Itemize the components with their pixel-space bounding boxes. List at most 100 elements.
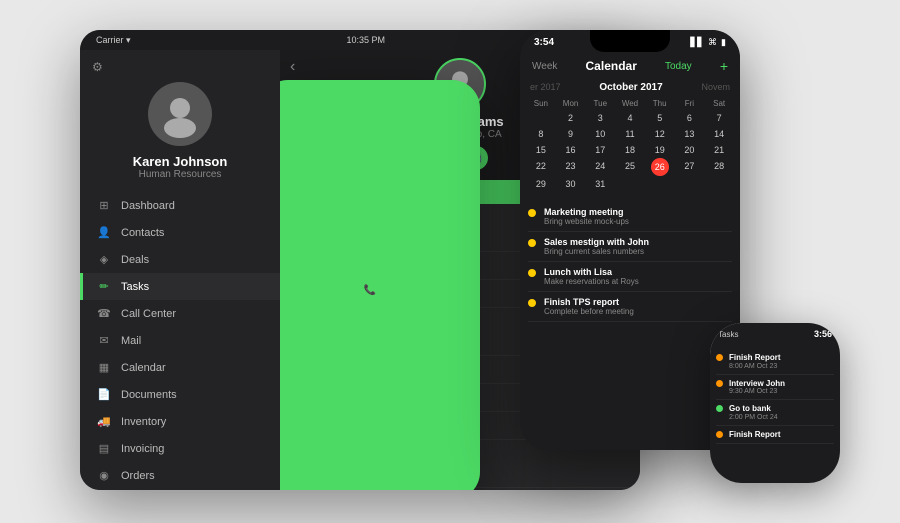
invoicing-icon: ▤ [97, 442, 111, 455]
calendar-day[interactable]: 8 [526, 126, 556, 142]
events-list: Marketing meeting Bring website mock-ups… [520, 196, 740, 450]
sidebar-item-calendar[interactable]: ▦ Calendar [80, 354, 280, 381]
calendar-day[interactable]: 29 [526, 176, 556, 192]
calendar-day[interactable]: 12 [645, 126, 675, 142]
calendar-day[interactable]: 7 [704, 110, 734, 126]
sidebar-label-orders: Orders [121, 470, 155, 482]
sidebar-item-invoicing[interactable]: ▤ Invoicing [80, 435, 280, 462]
watch: Tasks 3:56 Finish Report 8:00 AM Oct 23 … [710, 323, 840, 483]
calendar-day[interactable]: 5 [645, 110, 675, 126]
watch-task[interactable]: Finish Report [716, 426, 834, 445]
sidebar-item-documents[interactable]: 📄 Documents [80, 381, 280, 408]
dow-sun: Sun [526, 97, 556, 110]
watch-task-content: Finish Report 8:00 AM Oct 23 [729, 353, 781, 370]
calendar-day[interactable]: 19 [645, 142, 675, 158]
calendar-day[interactable]: 27 [675, 158, 705, 176]
callcenter-icon: ☎ [97, 307, 111, 320]
watch-task-content: Go to bank 2:00 PM Oct 24 [729, 404, 778, 421]
event-item[interactable]: Lunch with Lisa Make reservations at Roy… [528, 262, 732, 292]
add-event-button[interactable]: + [720, 58, 728, 74]
calendar-day[interactable]: 28 [704, 158, 734, 176]
sidebar-label-contacts: Contacts [121, 227, 164, 239]
calendar-day[interactable]: 4 [615, 110, 645, 126]
calendar-day-empty [675, 176, 705, 192]
calendar-day[interactable]: 3 [585, 110, 615, 126]
calendar-day[interactable]: 18 [615, 142, 645, 158]
sidebar-item-inventory[interactable]: 🚚 Inventory [80, 408, 280, 435]
current-month-label: October 2017 [599, 82, 662, 93]
event-item[interactable]: Sales mestign with John Bring current sa… [528, 232, 732, 262]
signal-icon: ▋▋ [690, 37, 704, 48]
mail-icon: ✉ [97, 334, 111, 347]
calendar-day[interactable]: 21 [704, 142, 734, 158]
week-label: Week [532, 61, 557, 72]
sidebar-item-deals[interactable]: ◈ Deals [80, 246, 280, 273]
event-dot [528, 239, 536, 247]
phone-notch [590, 30, 670, 52]
sidebar-label-calendar: Calendar [121, 362, 166, 374]
sidebar-item-contacts[interactable]: 👤 Contacts [80, 219, 280, 246]
watch-task[interactable]: Interview John 9:30 AM Oct 23 [716, 375, 834, 401]
gear-icon[interactable]: ⚙ [80, 60, 115, 74]
calendar-day[interactable]: 30 [556, 176, 586, 192]
documents-icon: 📄 [97, 388, 111, 401]
calendar-day[interactable]: 6 [675, 110, 705, 126]
event-title: Marketing meeting [544, 207, 629, 217]
calendar-day[interactable]: 9 [556, 126, 586, 142]
sidebar-item-orders[interactable]: ◉ Orders [80, 462, 280, 489]
watch-task-title: Finish Report [729, 353, 781, 363]
tablet-carrier: Carrier ▾ [96, 35, 131, 46]
watch-task-time: 9:30 AM Oct 23 [729, 388, 785, 395]
calendar-day[interactable]: 22 [526, 158, 556, 176]
watch-task-title: Go to bank [729, 404, 778, 414]
back-button[interactable]: ‹ [290, 58, 295, 76]
watch-task-dot [716, 405, 723, 412]
calendar-day[interactable]: 16 [556, 142, 586, 158]
sidebar-item-callcenter[interactable]: ☎ Call Center [80, 300, 280, 327]
sidebar-item-tasks[interactable]: ✏ Tasks [80, 273, 280, 300]
event-subtitle: Complete before meeting [544, 307, 634, 316]
sidebar-label-deals: Deals [121, 254, 149, 266]
event-item[interactable]: Marketing meeting Bring website mock-ups [528, 202, 732, 232]
calendar-day[interactable]: 23 [556, 158, 586, 176]
calendar-day[interactable]: 10 [585, 126, 615, 142]
today-button[interactable]: Today [665, 61, 692, 72]
calendar-day[interactable]: 2 [556, 110, 586, 126]
dow-sat: Sat [704, 97, 734, 110]
calendar-grid: Sun Mon Tue Wed Thu Fri Sat 2 3 4 5 6 7 … [520, 97, 740, 196]
event-subtitle: Bring website mock-ups [544, 217, 629, 226]
phone-calendar-nav: Week Calendar Today + [520, 54, 740, 78]
dow-fri: Fri [675, 97, 705, 110]
calendar-day[interactable]: 31 [585, 176, 615, 192]
event-dot [528, 299, 536, 307]
sidebar-item-mail[interactable]: ✉ Mail [80, 327, 280, 354]
calendar-days: 2 3 4 5 6 7 8 9 10 11 12 13 14 15 16 17 … [526, 110, 734, 192]
calendar-dow: Sun Mon Tue Wed Thu Fri Sat [526, 97, 734, 110]
watch-task[interactable]: Go to bank 2:00 PM Oct 24 [716, 400, 834, 426]
watch-task-time: 8:00 AM Oct 23 [729, 363, 781, 370]
battery-icon: ▮ [721, 37, 726, 48]
watch-body: Finish Report 8:00 AM Oct 23 Interview J… [710, 345, 840, 483]
calendar-day[interactable] [526, 110, 556, 126]
inventory-icon: 🚚 [97, 415, 111, 428]
event-title: Lunch with Lisa [544, 267, 639, 277]
event-item[interactable]: Finish TPS report Complete before meetin… [528, 292, 732, 322]
calendar-day[interactable]: 13 [675, 126, 705, 142]
calendar-day-today[interactable]: 26 [651, 158, 669, 176]
sidebar-item-dashboard[interactable]: ⊞ Dashboard [80, 192, 280, 219]
calendar-day[interactable]: 17 [585, 142, 615, 158]
watch-task-dot [716, 380, 723, 387]
sidebar-label-tasks: Tasks [121, 281, 149, 293]
scene: Carrier ▾ 10:35 PM 100% ⚙ Karen Johnson … [0, 0, 900, 523]
sidebar-label-dashboard: Dashboard [121, 200, 175, 212]
calendar-day[interactable]: 25 [615, 158, 645, 176]
calendar-day[interactable]: 20 [675, 142, 705, 158]
phone-action-button[interactable]: 📞 [280, 80, 480, 490]
calendar-day[interactable]: 14 [704, 126, 734, 142]
watch-task[interactable]: Finish Report 8:00 AM Oct 23 [716, 349, 834, 375]
next-month-label: Novem [701, 82, 730, 93]
calendar-day[interactable]: 24 [585, 158, 615, 176]
event-content: Lunch with Lisa Make reservations at Roy… [544, 267, 639, 286]
calendar-day[interactable]: 15 [526, 142, 556, 158]
calendar-day[interactable]: 11 [615, 126, 645, 142]
